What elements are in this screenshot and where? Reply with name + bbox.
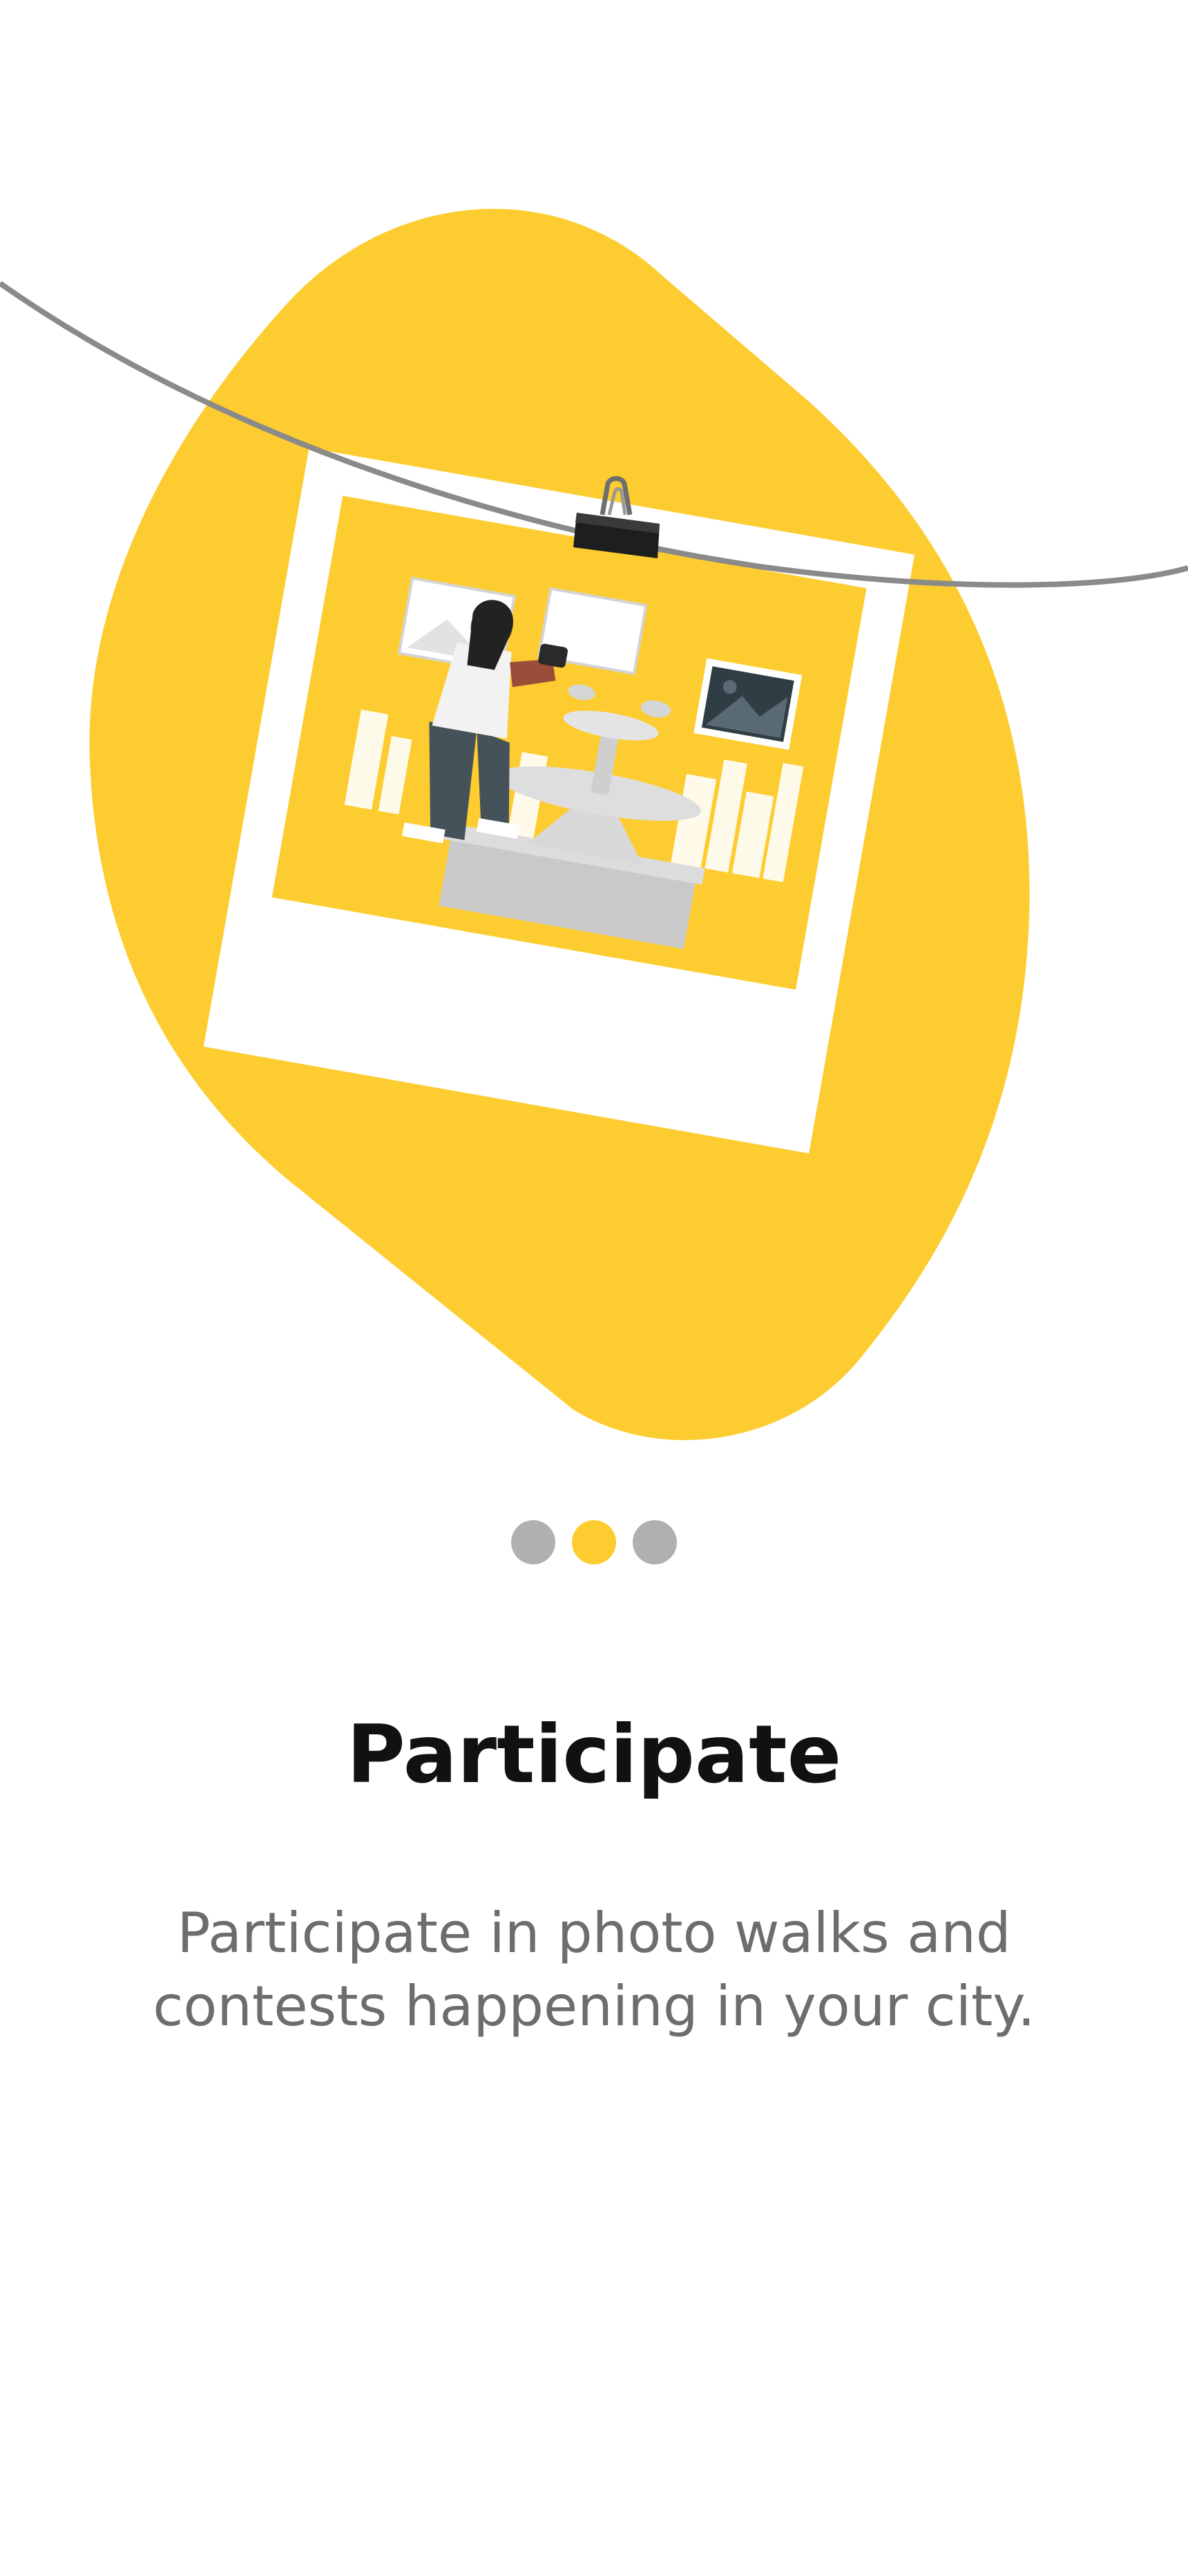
page-indicator-dot-1[interactable] — [511, 1520, 555, 1564]
page-indicator-dot-2-active[interactable] — [572, 1520, 616, 1564]
page-indicator-dot-3[interactable] — [633, 1520, 677, 1564]
onboarding-description: Participate in photo walks and contests … — [153, 1901, 1035, 2038]
onboarding-title: Participate — [346, 1708, 842, 1801]
illustration-svg — [0, 209, 1188, 1441]
polaroid-photo — [203, 448, 915, 1154]
onboarding-illustration — [0, 0, 1188, 1479]
page-indicator — [0, 1520, 1188, 1567]
